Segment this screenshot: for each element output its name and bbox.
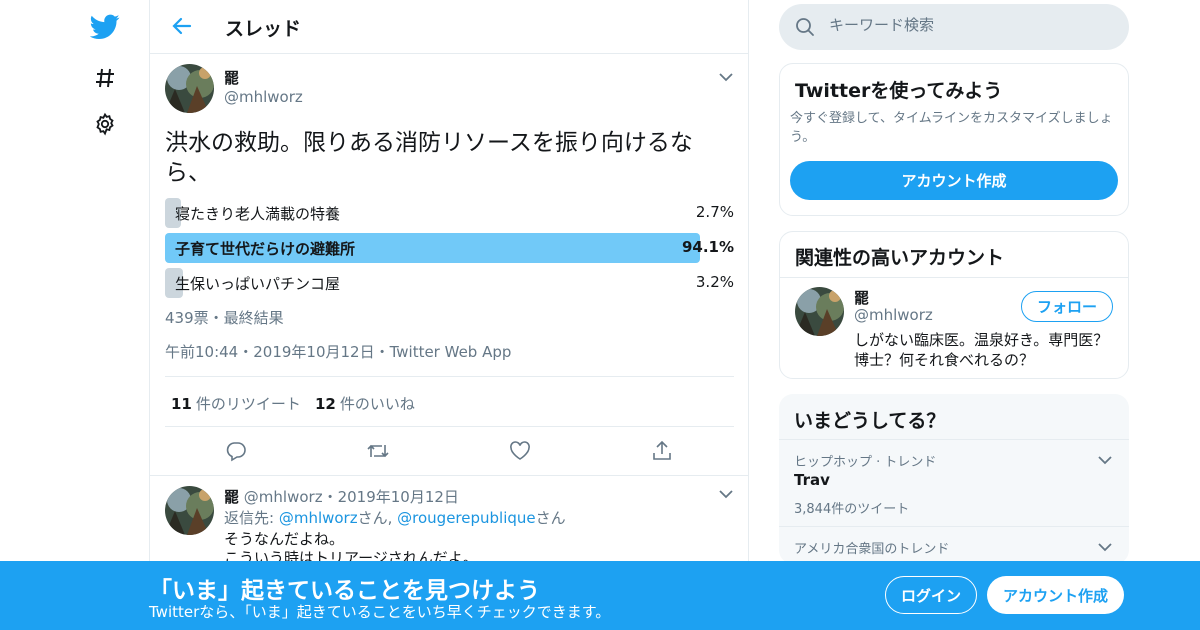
signup-card-title: Twitterを使ってみよう <box>795 80 1003 102</box>
retweet-icon[interactable] <box>365 436 391 466</box>
hashtag-icon[interactable] <box>88 61 122 95</box>
tweet-timestamp[interactable]: 午前10:44・2019年10月12日・Twitter Web App <box>165 341 511 362</box>
main-column: スレッド 罷 @mhlworz 洪水の救助。限りある消防リソースを振り向けるなら… <box>149 0 749 630</box>
share-icon[interactable] <box>649 436 675 466</box>
poll-meta: 439票・最終結果 <box>165 309 284 327</box>
reply-icon[interactable] <box>223 436 249 466</box>
chevron-down-icon[interactable] <box>1097 539 1113 555</box>
reply-to-line: 返信先: @mhlworzさん, @rougerepubliqueさん <box>224 509 566 527</box>
left-nav <box>0 0 150 630</box>
poll-option-label: 生保いっぱいパチンコ屋 <box>175 275 341 293</box>
trend-item[interactable]: ヒップホップ · トレンド Trav 3,844件のツイート <box>779 439 1129 526</box>
avatar[interactable] <box>795 287 844 336</box>
trend-context: アメリカ合衆国のトレンド <box>794 542 950 557</box>
reply-header: 罷 @mhlworz・2019年10月12日 <box>224 486 459 507</box>
create-account-button[interactable]: アカウント作成 <box>790 161 1118 200</box>
trend-context: ヒップホップ · トレンド <box>794 455 937 470</box>
gear-icon[interactable] <box>88 107 122 141</box>
chevron-down-icon[interactable] <box>1097 452 1113 468</box>
poll-option-percent: 3.2% <box>695 273 734 291</box>
signup-card: Twitterを使ってみよう 今すぐ登録して、タイムラインをカスタマイズしましょ… <box>779 63 1129 216</box>
back-arrow-icon[interactable] <box>168 12 196 40</box>
tweet-actions <box>165 436 734 466</box>
trends-card: いまどうしてる？ ヒップホップ · トレンド Trav 3,844件のツイート … <box>779 394 1129 564</box>
author-name[interactable]: 罷 <box>224 67 239 88</box>
trends-card-title: いまどうしてる？ <box>794 410 946 432</box>
follow-button[interactable]: フォロー <box>1021 291 1113 322</box>
signup-card-subtitle: 今すぐ登録して、タイムラインをカスタマイズしましょう。 <box>790 111 1113 145</box>
mention-link[interactable]: @mhlworz <box>279 509 358 527</box>
page: スレッド 罷 @mhlworz 洪水の救助。限りある消防リソースを振り向けるなら… <box>0 0 1200 630</box>
twitter-bird-icon[interactable] <box>88 10 122 44</box>
page-title: スレッド <box>225 18 302 40</box>
related-account-handle[interactable]: @mhlworz <box>854 306 933 324</box>
tweet-stats: 11 件のリツイート 12 件のいいね <box>165 376 734 427</box>
poll-option: 寝たきり老人満載の特養 2.7% <box>165 198 734 228</box>
banner-title: 「いま」起きていることを見つけよう <box>149 578 540 604</box>
reply-handle-date[interactable]: @mhlworz・2019年10月12日 <box>244 488 459 506</box>
trend-count: 3,844件のツイート <box>794 502 910 517</box>
search-input[interactable] <box>829 16 1109 34</box>
retweet-count[interactable]: 11 件のリツイート <box>171 393 301 414</box>
like-count[interactable]: 12 件のいいね <box>315 393 415 414</box>
author-handle[interactable]: @mhlworz <box>224 88 303 106</box>
signup-button[interactable]: アカウント作成 <box>987 576 1124 614</box>
chevron-down-icon[interactable] <box>718 69 734 85</box>
poll-option: 子育て世代だらけの避難所 94.1% <box>165 233 734 263</box>
avatar[interactable] <box>165 486 214 535</box>
related-card-title: 関連性の高いアカウント <box>795 247 1005 269</box>
page-header: スレッド <box>150 0 748 54</box>
avatar[interactable] <box>165 64 214 113</box>
poll-option-percent: 94.1% <box>681 238 734 256</box>
related-account-name[interactable]: 罷 <box>854 287 869 308</box>
banner-subtitle: Twitterなら、「いま」起きていることをいち早くチェックできます。 <box>149 603 611 621</box>
poll-option-label: 寝たきり老人満載の特養 <box>175 205 341 223</box>
reply-author-name[interactable]: 罷 <box>224 488 239 506</box>
reply-text-line: そうなんだよね。 <box>224 530 345 548</box>
trend-name: Trav <box>794 471 830 489</box>
poll-option-label: 子育て世代だらけの避難所 <box>175 240 356 258</box>
login-button[interactable]: ログイン <box>885 576 977 614</box>
tweet-text: 洪水の救助。限りある消防リソースを振り向けるなら、 <box>165 130 693 186</box>
divider <box>150 475 748 476</box>
trend-item[interactable]: アメリカ合衆国のトレンド <box>779 526 1129 564</box>
search-box <box>779 4 1129 50</box>
poll-option: 生保いっぱいパチンコ屋 3.2% <box>165 268 734 298</box>
search-icon <box>795 17 815 37</box>
chevron-down-icon[interactable] <box>718 486 734 502</box>
heart-icon[interactable] <box>507 436 533 466</box>
poll-option-percent: 2.7% <box>695 203 734 221</box>
related-account-bio: しがない臨床医。温泉好き。専門医？博士？何それ食べれるの？ <box>854 331 1109 369</box>
mention-link[interactable]: @rougerepublique <box>397 509 535 527</box>
related-accounts-card: 関連性の高いアカウント 罷 @mhlworz フォロー しがない臨床医。温泉好き… <box>779 231 1129 379</box>
divider <box>780 277 1128 278</box>
